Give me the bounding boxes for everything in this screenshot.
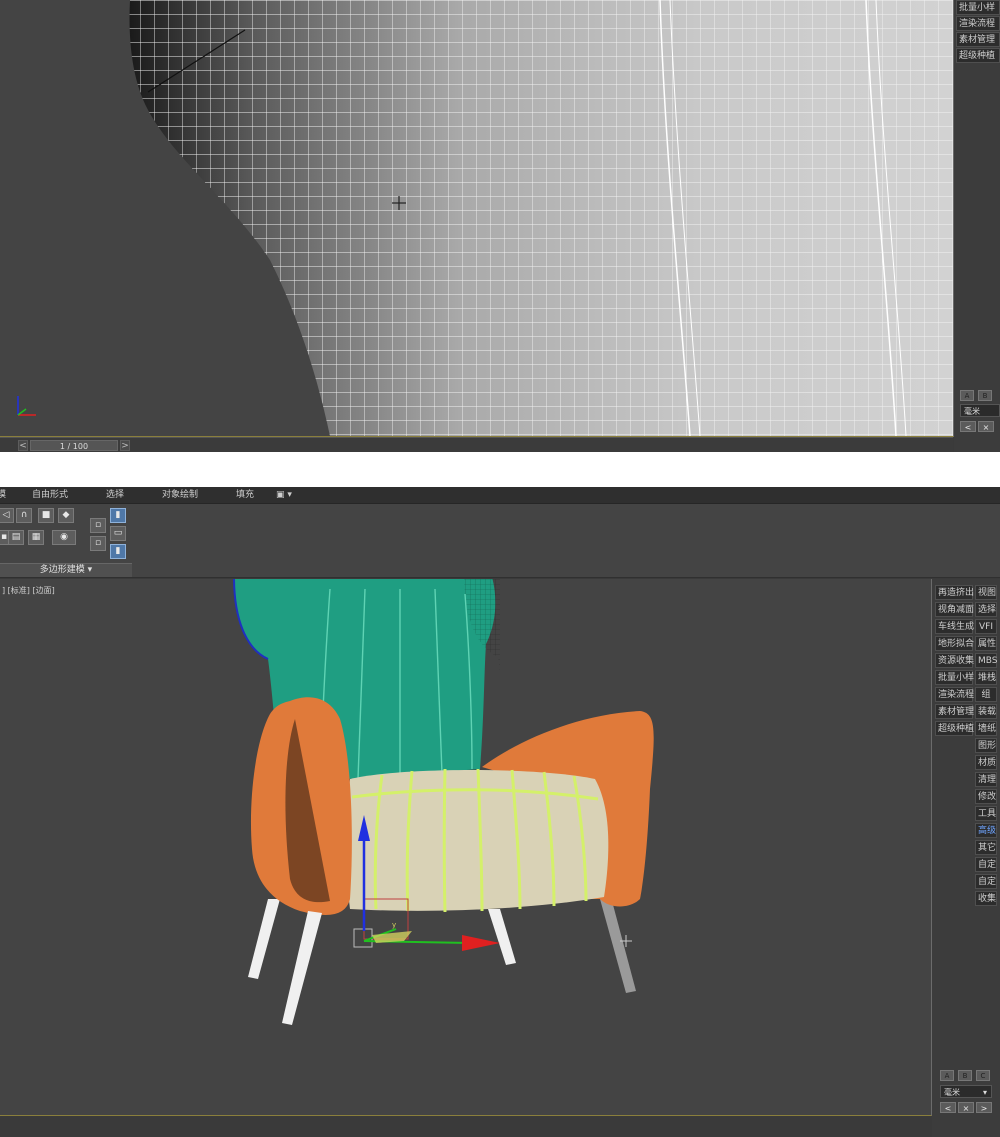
abc-b-button[interactable]: B — [958, 1070, 972, 1081]
side-left-button[interactable]: 超级种植 — [935, 721, 974, 736]
bottom-command-panel: A B C 毫米 ▾ < × > 再造挤出视角减面车线生成地形拟合资源收集批量小样… — [932, 579, 1000, 1137]
polygon-modeling-dropdown[interactable]: 多边形建模 ▾ — [0, 563, 132, 577]
draw-tool-icon[interactable]: ◁ — [0, 508, 14, 523]
bottom-screenshot: 建模 自由形式 选择 对象绘制 填充 ▣ ▾ ◁ ∩ ■ ◆ ▪ ▤ ▦ ◉ ▫… — [0, 487, 1000, 1137]
layer-tool-icon[interactable]: ▭ — [110, 526, 126, 541]
top-screenshot: 批量小样 渲染流程 素材管理 超级种植 A B 毫米 < × < 1 / 100… — [0, 0, 1000, 452]
nav-close-button[interactable]: × — [958, 1102, 974, 1113]
side-right-button[interactable]: 工具 — [975, 806, 997, 821]
mesh-closeup — [17, 0, 953, 436]
side-button-batch-sample[interactable]: 批量小样 — [956, 0, 1000, 15]
side-right-button[interactable]: 组 — [975, 687, 997, 702]
side-left-button[interactable]: 地形拟合 — [935, 636, 974, 651]
side-left-button[interactable]: 车线生成 — [935, 619, 974, 634]
abc-a-button[interactable]: A — [960, 390, 974, 401]
side-left-button[interactable]: 素材管理 — [935, 704, 974, 719]
units-select[interactable]: 毫米 ▾ — [940, 1085, 992, 1098]
top-command-panel: 批量小样 渲染流程 素材管理 超级种植 A B 毫米 < × — [954, 0, 1000, 452]
side-right-button[interactable]: 清理 — [975, 772, 997, 787]
timeline-prev-button[interactable]: < — [18, 440, 28, 451]
axis-gizmo-icon — [17, 396, 36, 416]
side-right-button[interactable]: 堆栈 — [975, 670, 997, 685]
timeline-bar: < 1 / 100 > — [0, 437, 953, 452]
side-button-asset-manage[interactable]: 素材管理 — [956, 32, 1000, 47]
pin-tool-icon[interactable]: ▮ — [110, 544, 126, 559]
side-button-super-plant[interactable]: 超级种植 — [956, 48, 1000, 63]
settings-tool-icon[interactable]: ◉ — [52, 530, 76, 545]
side-right-button[interactable]: 装载 — [975, 704, 997, 719]
timeline-frame-counter[interactable]: 1 / 100 — [30, 440, 118, 451]
tab-modeling[interactable]: 建模 — [0, 489, 6, 501]
side-left-button[interactable]: 视角减面 — [935, 602, 974, 617]
stack-tool-icon[interactable]: ▮ — [110, 508, 126, 523]
chair-model: y — [0, 579, 931, 1025]
side-right-button[interactable]: 材质 — [975, 755, 997, 770]
side-left-button[interactable]: 再造挤出 — [935, 585, 974, 600]
abc-b-button[interactable]: B — [978, 390, 992, 401]
side-left-button[interactable]: 批量小样 — [935, 670, 974, 685]
extrude-tool-icon[interactable]: ▦ — [28, 530, 44, 545]
tab-selection[interactable]: 选择 — [106, 489, 124, 501]
side-right-button[interactable]: VFI — [975, 619, 997, 634]
ribbon-tabs: 建模 自由形式 选择 对象绘制 填充 ▣ ▾ — [0, 487, 1000, 504]
side-right-button[interactable]: 自定 — [975, 874, 997, 889]
side-right-button[interactable]: 修改 — [975, 789, 997, 804]
box-tool-icon[interactable]: ■ — [38, 508, 54, 523]
side-right-button[interactable]: 其它 — [975, 840, 997, 855]
units-value: 毫米 — [944, 1088, 960, 1097]
snap-tool-icon[interactable]: ▫ — [90, 518, 106, 533]
side-right-button[interactable]: 图形 — [975, 738, 997, 753]
ribbon-panel: ◁ ∩ ■ ◆ ▪ ▤ ▦ ◉ ▫ ▫ ▮ ▭ ▮ 多边形建模 ▾ — [0, 504, 1000, 578]
tab-object-paint[interactable]: 对象绘制 — [162, 489, 198, 501]
timeline-next-button[interactable]: > — [120, 440, 130, 451]
side-right-button[interactable]: 收集 — [975, 891, 997, 906]
svg-text:y: y — [392, 921, 396, 929]
connect-tool-icon[interactable]: ▤ — [8, 530, 24, 545]
side-right-button[interactable]: 墙纸 — [975, 721, 997, 736]
chair-leg-back-right — [600, 899, 636, 993]
align-tool-icon[interactable]: ▫ — [90, 536, 106, 551]
side-left-button[interactable]: 资源收集 — [935, 653, 974, 668]
side-right-button[interactable]: MBS — [975, 653, 998, 668]
abc-a-button[interactable]: A — [940, 1070, 954, 1081]
chair-leg-front-right — [488, 909, 516, 965]
loop-tool-icon[interactable]: ∩ — [16, 508, 32, 523]
chevron-down-icon: ▾ — [982, 1088, 987, 1097]
mesh-wireframe — [129, 0, 953, 436]
group-label: 多边形建模 — [39, 565, 85, 575]
side-right-button[interactable]: 高级 — [975, 823, 997, 838]
perspective-viewport[interactable]: ] [标准] [边面] y — [0, 579, 932, 1116]
units-select[interactable]: 毫米 — [960, 404, 1000, 417]
nav-next-button[interactable]: > — [976, 1102, 992, 1113]
side-button-render-flow[interactable]: 渲染流程 — [956, 16, 1000, 31]
side-right-button[interactable]: 选择 — [975, 602, 997, 617]
chair-leg-front-left — [282, 911, 322, 1025]
side-right-button[interactable]: 属性 — [975, 636, 997, 651]
top-viewport[interactable] — [0, 0, 954, 437]
cube-tool-icon[interactable]: ◆ — [58, 508, 74, 523]
abc-c-button[interactable]: C — [976, 1070, 990, 1081]
side-right-button[interactable]: 自定 — [975, 857, 997, 872]
nav-prev-button[interactable]: < — [960, 421, 976, 432]
side-left-button[interactable]: 渲染流程 — [935, 687, 974, 702]
chair-leg-back-left — [248, 899, 280, 979]
nav-close-button[interactable]: × — [978, 421, 994, 432]
tab-freeform[interactable]: 自由形式 — [32, 489, 68, 501]
tab-populate[interactable]: 填充 — [236, 489, 254, 501]
ribbon-options-icon[interactable]: ▣ ▾ — [276, 489, 292, 501]
side-right-button[interactable]: 视图 — [975, 585, 997, 600]
nav-prev-button[interactable]: < — [940, 1102, 956, 1113]
